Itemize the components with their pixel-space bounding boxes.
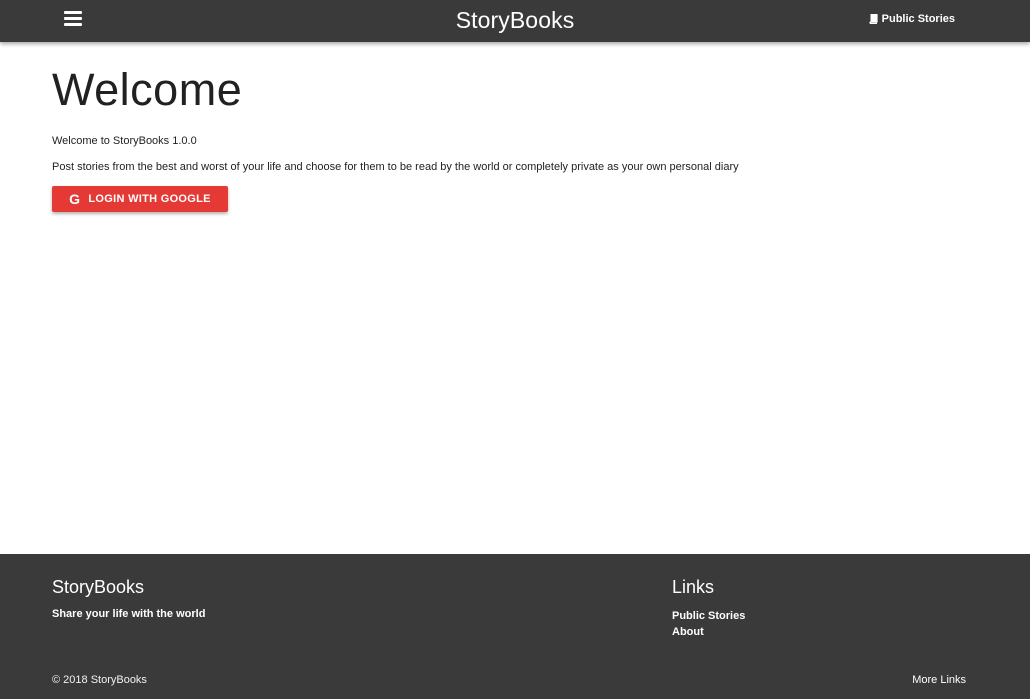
description-text: Post stories from the best and worst of … (52, 161, 739, 173)
brand-link[interactable]: StoryBooks (456, 7, 575, 33)
footer-tagline: Share your life with the world (52, 608, 206, 620)
footer-brand: StoryBooks (52, 577, 145, 597)
footer-link-about[interactable]: About (672, 626, 704, 638)
login-with-google-button[interactable]: G LOGIN WITH GOOGLE (52, 186, 228, 212)
footer-links-title: Links (672, 577, 715, 597)
footer-link-item: About (672, 624, 745, 640)
top-navbar: StoryBooks Public Stories (0, 0, 1030, 42)
nav-public-stories-label: Public Stories (881, 13, 955, 25)
nav-public-stories-link[interactable]: Public Stories (869, 13, 955, 25)
login-button-label: LOGIN WITH GOOGLE (88, 193, 211, 205)
hamburger-menu-icon[interactable] (64, 11, 82, 29)
main-content: Welcome Welcome to StoryBooks 1.0.0 Post… (52, 60, 982, 212)
book-icon (869, 14, 878, 24)
footer-link-public-stories[interactable]: Public Stories (672, 610, 745, 622)
google-icon: G (69, 191, 81, 207)
copyright-text: © 2018 StoryBooks (52, 674, 147, 686)
page-title: Welcome (52, 64, 243, 115)
footer-links-list: Public Stories About (672, 608, 745, 640)
footer-link-item: Public Stories (672, 608, 745, 624)
more-links-link[interactable]: More Links (912, 674, 966, 686)
welcome-text: Welcome to StoryBooks 1.0.0 (52, 135, 197, 147)
page-footer: StoryBooks Share your life with the worl… (0, 554, 1030, 699)
